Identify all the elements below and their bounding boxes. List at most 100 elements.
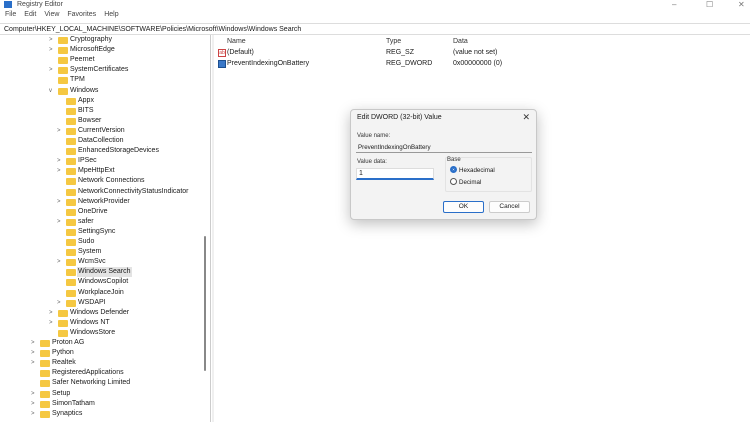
tree-item-label: Windows NT [70, 318, 110, 326]
chevron-right-icon[interactable]: > [31, 348, 39, 358]
chevron-right-icon[interactable]: > [49, 45, 57, 55]
value-name: PreventIndexingOnBattery [227, 60, 310, 67]
tree-item[interactable]: > SystemCertificates [0, 65, 200, 75]
chevron-right-icon[interactable]: > [49, 318, 57, 328]
tree-item[interactable]: DataCollection [0, 136, 200, 146]
chevron-right-icon[interactable]: > [57, 257, 65, 267]
tree-item[interactable]: EnhancedStorageDevices [0, 146, 200, 156]
tree-item-label: MicrosoftEdge [70, 46, 115, 54]
decimal-radio[interactable]: Decimal [450, 178, 481, 186]
tree-item[interactable]: > SimonTatham [0, 399, 200, 409]
tree-item[interactable]: WorkplaceJoin [0, 288, 200, 298]
menu-help[interactable]: Help [104, 11, 118, 22]
dialog-close-button[interactable]: ✕ [522, 112, 530, 123]
close-button[interactable]: ✕ [738, 0, 745, 9]
chevron-right-icon[interactable]: > [49, 35, 57, 45]
folder-icon [40, 410, 50, 418]
tree-item-label: Sudo [78, 238, 95, 245]
chevron-right-icon[interactable]: > [57, 298, 65, 308]
tree-item-label: MpeHttpExt [78, 167, 115, 175]
menu-view[interactable]: View [44, 11, 59, 22]
tree-item[interactable]: > IPSec [0, 156, 200, 166]
tree-item[interactable]: > Cryptography [0, 35, 200, 45]
tree-item[interactable]: > Synaptics [0, 409, 200, 419]
tree-item[interactable]: Windows Search [0, 267, 200, 278]
tree-item[interactable]: > Windows NT [0, 318, 200, 328]
registry-tree: > Cryptography > MicrosoftEdge Peernet > Syste… [0, 35, 211, 422]
tree-item[interactable]: BITS [0, 106, 200, 116]
decimal-label: Decimal [459, 179, 482, 186]
minimize-button[interactable]: – [672, 0, 676, 9]
tree-item[interactable]: > WSDAPI [0, 298, 200, 308]
maximize-button[interactable]: ☐ [706, 0, 713, 9]
hexadecimal-radio[interactable]: Hexadecimal [450, 166, 495, 174]
tree-item[interactable]: Peernet [0, 55, 200, 65]
tree-item[interactable]: Bowser [0, 116, 200, 126]
tree-item-label: Windows Defender [70, 308, 130, 316]
tree-item[interactable]: > Proton AG [0, 338, 200, 348]
tree-item[interactable]: > WcmSvc [0, 257, 200, 267]
tree-item[interactable]: > MpeHttpExt [0, 166, 200, 176]
folder-icon [66, 168, 76, 176]
tree-item[interactable]: > Realtek [0, 358, 200, 368]
tree-item[interactable]: > MicrosoftEdge [0, 45, 200, 55]
scrollbar-thumb[interactable] [204, 236, 206, 371]
cancel-button[interactable]: Cancel [489, 201, 530, 213]
chevron-right-icon[interactable]: > [49, 308, 57, 318]
chevron-right-icon[interactable]: > [31, 399, 39, 409]
tree-item[interactable]: > NetworkProvider [0, 197, 200, 207]
chevron-right-icon[interactable]: > [31, 409, 39, 419]
chevron-right-icon[interactable]: > [57, 156, 65, 166]
tree-item[interactable]: TPM [0, 75, 200, 85]
tree-item[interactable]: > Setup [0, 389, 200, 399]
tree-item[interactable]: Appx [0, 96, 200, 106]
tree-item-label: Safer Networking Limited [52, 379, 131, 387]
tree-scrollbar[interactable] [203, 35, 207, 422]
tree-item[interactable]: Network Connections [0, 176, 200, 186]
tree-item[interactable]: NetworkConnectivityStatusIndicator [0, 187, 200, 197]
chevron-right-icon[interactable]: > [57, 126, 65, 136]
base-label: Base [447, 157, 461, 163]
value-name-field[interactable]: PreventIndexingOnBattery [356, 142, 532, 153]
chevron-right-icon[interactable]: > [49, 65, 57, 75]
tree-item-label: Setup [52, 389, 71, 397]
menu-file[interactable]: File [5, 11, 16, 22]
address-bar[interactable]: Computer\HKEY_LOCAL_MACHINE\SOFTWARE\Pol… [0, 23, 750, 35]
tree-item-label: Cryptography [70, 36, 113, 43]
column-header-name[interactable]: Name [227, 38, 246, 45]
tree-item-label: BITS [78, 106, 94, 114]
menu-favorites[interactable]: Favorites [67, 11, 96, 22]
chevron-right-icon[interactable]: > [57, 166, 65, 176]
ok-button[interactable]: OK [443, 201, 484, 213]
menu-edit[interactable]: Edit [24, 11, 36, 22]
tree-item[interactable]: > Python [0, 348, 200, 358]
value-row[interactable]: PreventIndexingOnBattery REG_DWORD 0x000… [214, 59, 614, 69]
tree-item[interactable]: RegisteredApplications [0, 368, 200, 378]
string-value-icon: ab [218, 49, 226, 57]
column-header-data[interactable]: Data [453, 38, 468, 45]
chevron-right-icon[interactable]: > [31, 358, 39, 368]
tree-item[interactable]: > Windows Defender [0, 308, 200, 318]
tree-item[interactable]: WindowsStore [0, 328, 200, 338]
tree-item[interactable]: System [0, 247, 200, 257]
chevron-right-icon[interactable]: > [57, 197, 65, 207]
tree-item[interactable]: OneDrive [0, 207, 200, 217]
chevron-right-icon[interactable]: > [31, 389, 39, 399]
folder-icon [66, 269, 76, 277]
column-header-type[interactable]: Type [386, 38, 401, 45]
chevron-down-icon[interactable]: v [49, 86, 57, 96]
tree-item[interactable]: Safer Networking Limited [0, 378, 200, 388]
value-type: REG_SZ [386, 49, 415, 56]
value-name: (Default) [227, 49, 254, 56]
tree-item[interactable]: Sudo [0, 237, 200, 247]
value-data-input[interactable]: 1 [356, 168, 434, 180]
chevron-right-icon[interactable]: > [31, 338, 39, 348]
folder-icon [66, 97, 76, 105]
chevron-right-icon[interactable]: > [57, 217, 65, 227]
tree-item[interactable]: > CurrentVersion [0, 126, 200, 136]
tree-item[interactable]: > safer [0, 217, 200, 227]
tree-item[interactable]: SettingSync [0, 227, 200, 237]
tree-item[interactable]: WindowsCopilot [0, 277, 200, 287]
tree-item[interactable]: v Windows [0, 86, 200, 96]
value-row[interactable]: ab (Default) REG_SZ (value not set) [214, 48, 614, 58]
